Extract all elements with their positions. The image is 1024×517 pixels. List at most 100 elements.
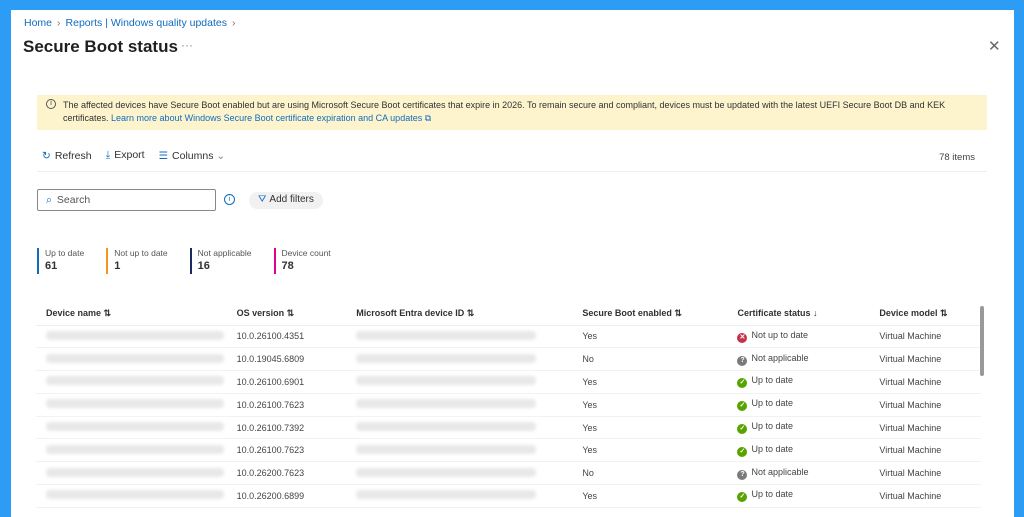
certificate-status-cell: ✕ Not up to date [727,325,870,349]
chevron-right-icon: › [57,17,61,29]
certificate-status-cell: ? Not applicable [727,461,870,486]
os-version-cell: 10.0.26100.7623 [226,393,347,417]
refresh-button[interactable]: ↻ Refresh [42,150,92,162]
entra-id-cell [346,370,573,394]
entra-id-cell [346,393,573,417]
stat-item[interactable]: Up to date 61 [37,248,84,274]
devices-table: Device name ⇅ OS version ⇅ Microsoft Entra… [36,302,981,508]
status-icon: ✓ [737,401,748,412]
stat-item[interactable]: Not applicable 16 [189,248,252,274]
secure-boot-cell: Yes [572,370,728,394]
entra-id-cell [346,416,573,440]
certificate-status-cell: ✓ Up to date [727,393,870,417]
stat-item[interactable]: Not up to date 1 [106,248,168,274]
column-header[interactable]: Device name ⇅ [36,302,227,326]
stat-value: 16 [197,260,210,272]
certificate-status-cell: ✓ Up to date [727,438,870,463]
secure-boot-panel: Home › Reports | Windows quality updates ›… [11,10,1014,517]
column-header[interactable]: Microsoft Entra device ID ⇅ [346,302,573,326]
device-name-cell [36,393,227,417]
breadcrumb-reports[interactable]: Reports | Windows quality updates [66,17,227,29]
device-model-cell: Virtual Machine [869,438,981,463]
secure-boot-cell: Yes [572,484,728,508]
status-icon: ✓ [737,378,748,389]
table-row[interactable]: 10.0.26100.4351 Yes ✕ Not up to date Virt… [36,325,981,349]
device-model-cell: Virtual Machine [869,325,981,349]
toolbar: ↻ Refresh ⤓ Export ☰ Columns ⌄ [42,149,225,162]
vertical-scrollbar[interactable] [980,306,984,376]
status-icon: ? [737,355,748,366]
certificate-status-cell: ? Not applicable [727,347,870,372]
close-icon[interactable]: ✕ [988,37,1001,55]
table-row[interactable]: 10.0.26100.6901 Yes ✓ Up to date Virtual … [36,370,981,394]
secure-boot-cell: Yes [572,325,728,349]
os-version-cell: 10.0.26100.6901 [226,370,347,394]
stat-item[interactable]: Device count 78 [273,248,331,274]
device-name-cell [36,325,227,349]
entra-id-cell [346,461,573,486]
stat-value: 78 [281,260,294,272]
stat-label: Up to date [45,248,85,258]
info-icon[interactable]: i [224,194,235,205]
breadcrumb-home[interactable]: Home [24,17,52,29]
table-row[interactable]: 10.0.26200.6899 Yes ✓ Up to date Virtual … [36,484,981,508]
certificate-status-cell: ✓ Up to date [727,370,870,394]
os-version-cell: 10.0.26100.7392 [226,416,347,440]
status-icon: ✓ [737,446,748,457]
column-header[interactable]: Device model ⇅ [869,302,981,326]
search-input[interactable]: ⌕ Search [37,189,216,211]
device-model-cell: Virtual Machine [869,347,981,372]
filter-icon: ⛛ [258,194,267,205]
os-version-cell: 10.0.19045.6809 [226,347,347,372]
column-header[interactable]: OS version ⇅ [226,302,347,326]
table-row[interactable]: 10.0.26200.7623 No ? Not applicable Virtu… [36,461,981,486]
search-icon: ⌕ [46,194,52,206]
export-button[interactable]: ⤓ Export [106,149,145,162]
os-version-cell: 10.0.26200.6899 [226,484,347,508]
device-model-cell: Virtual Machine [869,484,981,508]
device-name-cell [36,438,227,463]
learn-more-link[interactable]: Learn more about Windows Secure Boot cer… [111,113,431,123]
device-model-cell: Virtual Machine [869,393,981,417]
status-icon: ? [737,469,748,480]
stat-value: 1 [114,260,121,272]
device-model-cell: Virtual Machine [869,416,981,440]
secure-boot-cell: Yes [572,438,728,463]
status-icon: ✓ [737,424,748,435]
stat-value: 61 [45,260,58,272]
column-header[interactable]: Certificate status ↓ [727,302,870,326]
item-count: 78 items [939,152,975,163]
certificate-status-cell: ✓ Up to date [727,416,870,440]
device-name-cell [36,416,227,440]
summary-stats: Up to date 61 Not up to date 1 Not applicabl… [37,248,353,274]
secure-boot-cell: No [572,347,728,372]
table-row[interactable]: 10.0.26100.7392 Yes ✓ Up to date Virtual … [36,416,981,440]
secure-boot-cell: Yes [572,416,728,440]
device-model-cell: Virtual Machine [869,461,981,486]
columns-button[interactable]: ☰ Columns ⌄ [159,150,226,162]
os-version-cell: 10.0.26200.7623 [226,461,347,486]
table-row[interactable]: 10.0.19045.6809 No ? Not applicable Virtu… [36,347,981,372]
secure-boot-cell: No [572,461,728,486]
divider [37,171,987,172]
breadcrumb: Home › Reports | Windows quality updates › [24,17,236,29]
entra-id-cell [346,325,573,349]
os-version-cell: 10.0.26100.7623 [226,438,347,463]
status-icon: ✕ [737,332,748,343]
entra-id-cell [346,484,573,508]
device-model-cell: Virtual Machine [869,370,981,394]
more-options-icon[interactable]: ··· [181,38,193,52]
download-icon: ⤓ [105,149,111,161]
stat-label: Not up to date [114,248,168,258]
info-icon: i [46,99,56,109]
certificate-status-cell: ✓ Up to date [727,484,870,508]
stat-label: Not applicable [197,248,252,258]
status-icon: ✓ [737,492,748,503]
table-row[interactable]: 10.0.26100.7623 Yes ✓ Up to date Virtual … [36,438,981,463]
device-name-cell [36,484,227,508]
add-filters-button[interactable]: ⛛ Add filters [249,192,323,209]
entra-id-cell [346,438,573,463]
column-header[interactable]: Secure Boot enabled ⇅ [572,302,728,326]
table-row[interactable]: 10.0.26100.7623 Yes ✓ Up to date Virtual … [36,393,981,417]
warning-banner: i The affected devices have Secure Boot … [37,95,987,130]
